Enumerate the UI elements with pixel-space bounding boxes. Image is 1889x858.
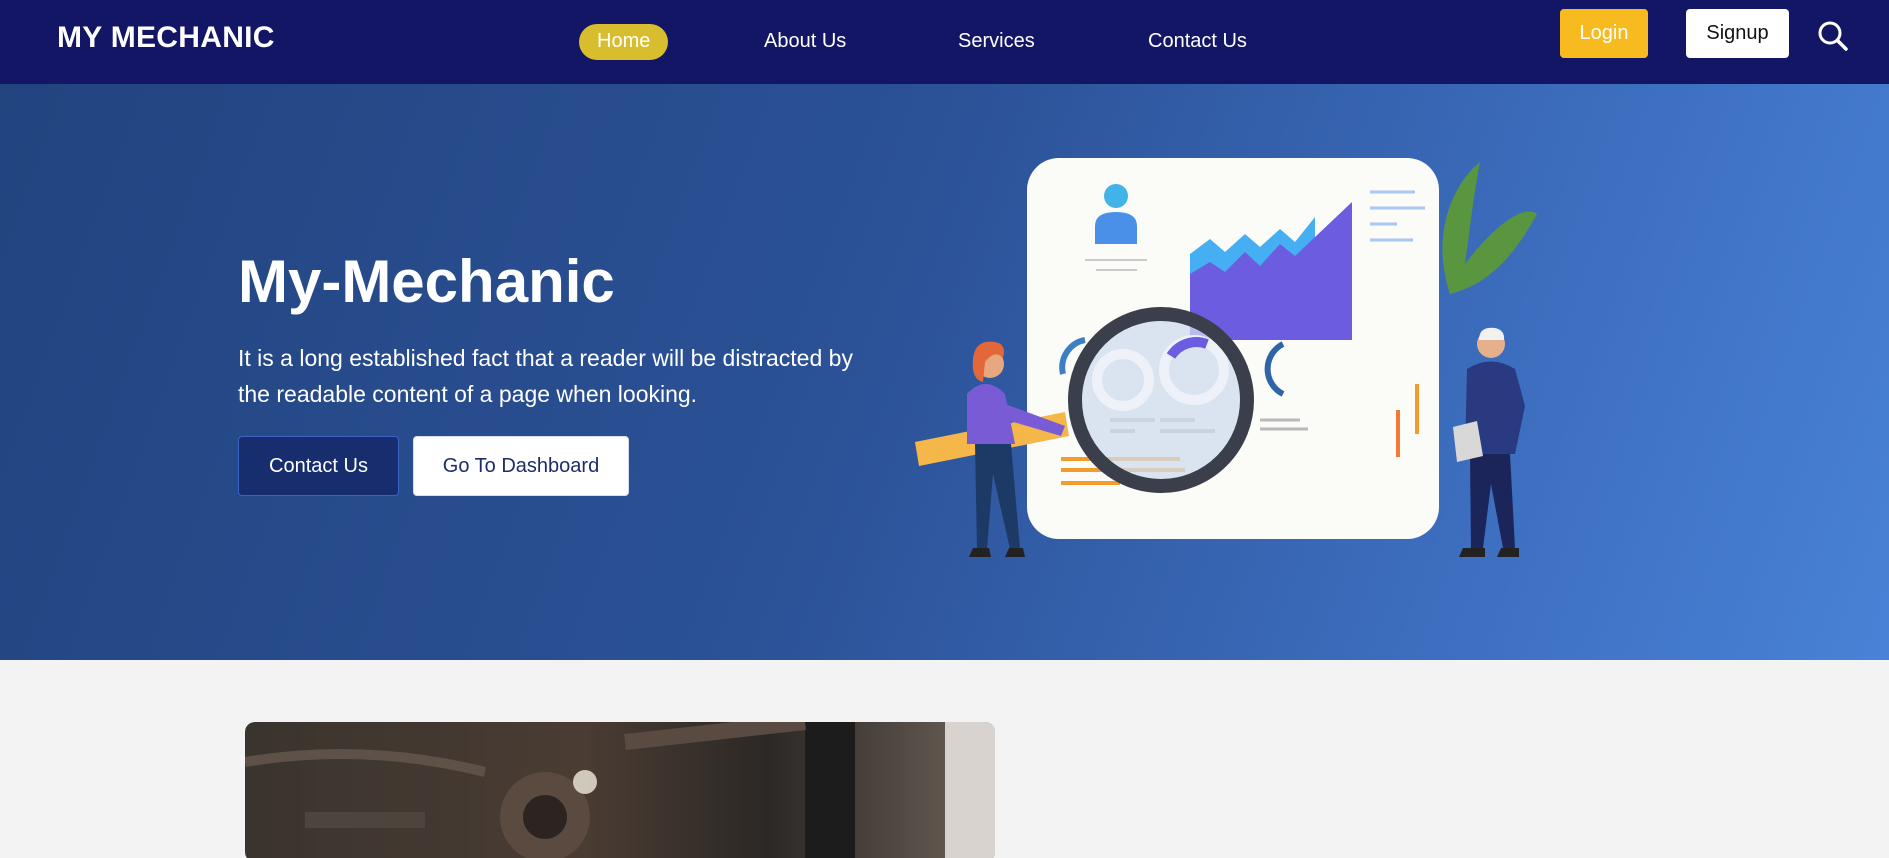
login-button[interactable]: Login: [1560, 9, 1648, 58]
nav-about-link[interactable]: About Us: [764, 30, 846, 53]
signup-button[interactable]: Signup: [1686, 9, 1789, 58]
about-section: [0, 660, 1889, 858]
search-icon[interactable]: [1817, 20, 1849, 52]
mechanic-photo: [245, 722, 995, 858]
hero-description: It is a long established fact that a rea…: [238, 345, 853, 407]
brand-logo[interactable]: MY MECHANIC: [57, 21, 275, 55]
nav-home-link[interactable]: Home: [579, 24, 669, 60]
hero-title: My-Mechanic: [238, 248, 615, 315]
nav-services-link[interactable]: Services: [958, 30, 1035, 53]
navbar: MY MECHANIC Home About Us Services Conta…: [0, 0, 1889, 84]
contact-us-button[interactable]: Contact Us: [238, 436, 399, 496]
go-to-dashboard-button[interactable]: Go To Dashboard: [413, 436, 629, 496]
data-analysis-illustration: [905, 144, 1545, 594]
hero-section: My-Mechanic It is a long established fac…: [0, 84, 1889, 660]
nav-contact-link[interactable]: Contact Us: [1148, 30, 1247, 53]
